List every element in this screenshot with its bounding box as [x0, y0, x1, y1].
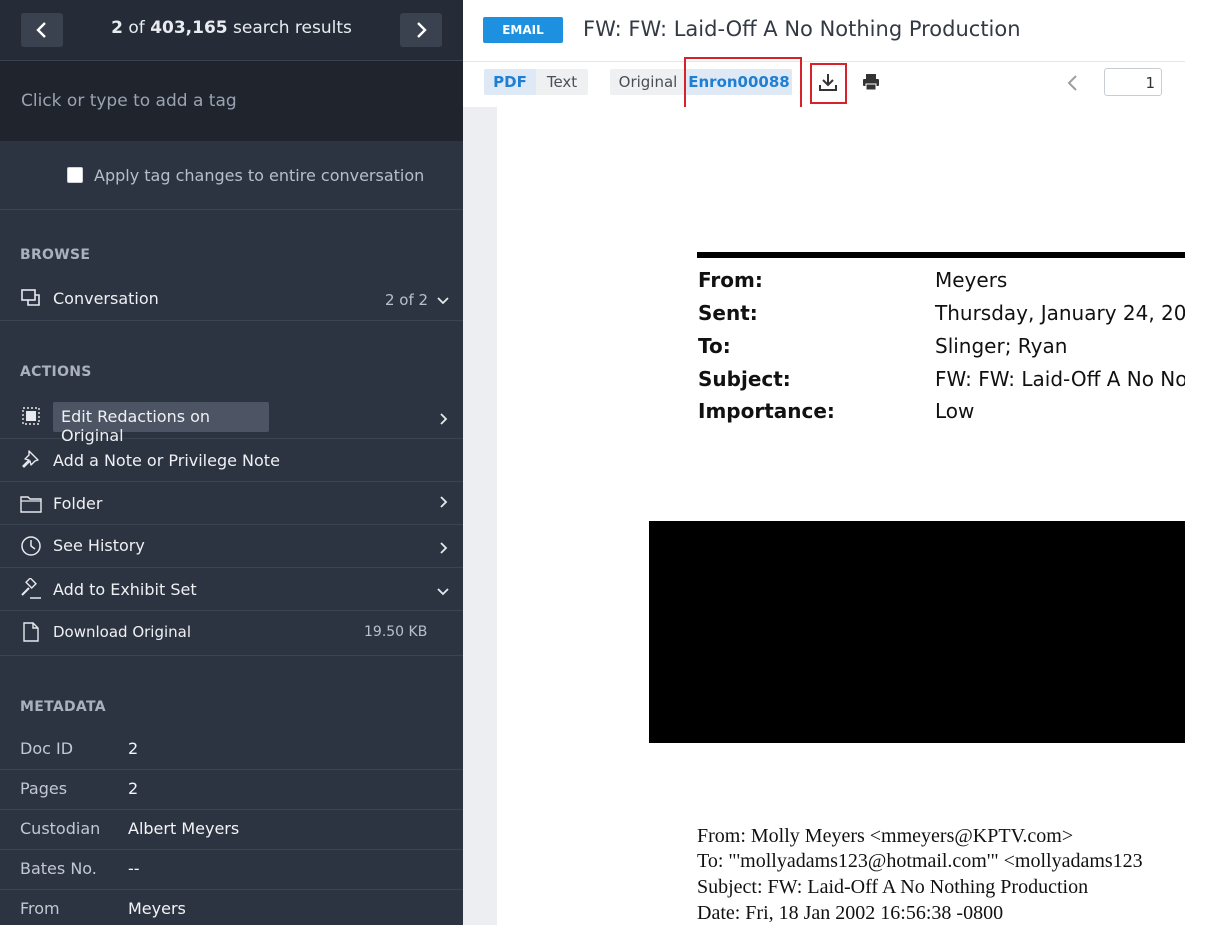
doc-type-badge: EMAIL	[483, 17, 563, 43]
prev-page-icon[interactable]	[1066, 74, 1080, 92]
email-field-value: Thursday, January 24, 20	[935, 301, 1185, 325]
email-field-key: To:	[698, 334, 731, 358]
results-navbar: 2 of 403,165 search results	[0, 0, 463, 61]
metadata-key: From	[20, 899, 60, 918]
pdf-page: From: Meyers Sent: Thursday, January 24,…	[497, 107, 1185, 925]
clock-icon	[21, 536, 41, 556]
add-note-row[interactable]: Add a Note or Privilege Note	[0, 439, 463, 482]
exhibit-row[interactable]: Add to Exhibit Set	[0, 568, 463, 611]
file-icon	[23, 622, 39, 642]
email-field-value: Low	[935, 399, 975, 423]
see-history-row[interactable]: See History	[0, 525, 463, 568]
redaction-select-icon	[22, 407, 40, 425]
email-field-value: Meyers	[935, 268, 1008, 292]
redaction-block	[649, 521, 1185, 743]
sidebar: 2 of 403,165 search results Click or typ…	[0, 0, 463, 925]
metadata-row: Bates No. --	[0, 849, 463, 890]
chevron-down-icon[interactable]	[437, 585, 449, 597]
document-header: EMAIL FW: FW: Laid-Off A No Nothing Prod…	[463, 0, 1185, 60]
chevron-left-icon	[36, 22, 46, 38]
metadata-value: 2	[128, 779, 139, 798]
metadata-heading: METADATA	[20, 699, 106, 715]
edit-redactions-button[interactable]: Edit Redactions on Original	[53, 402, 269, 445]
conversation-count: 2 of 2	[385, 291, 429, 309]
download-original-row[interactable]: Download Original 19.50 KB	[0, 611, 463, 656]
torn-edge	[0, 925, 1215, 951]
download-original-label: Download Original	[53, 623, 192, 641]
prev-result-button[interactable]	[21, 13, 63, 47]
metadata-key: Bates No.	[20, 859, 97, 878]
chevron-right-icon	[417, 22, 427, 38]
actions-heading: ACTIONS	[20, 364, 92, 380]
chevron-right-icon[interactable]	[437, 496, 449, 508]
original-version-button[interactable]: Original	[610, 69, 686, 95]
apply-conversation-checkbox[interactable]	[67, 167, 83, 183]
metadata-row: Doc ID 2	[0, 729, 463, 770]
email-field-key: Sent:	[698, 301, 758, 325]
metadata-value: 2	[128, 739, 139, 758]
text-view-button[interactable]: Text	[536, 69, 588, 95]
document-title: FW: FW: Laid-Off A No Nothing Production	[583, 17, 1021, 41]
email-body-line: To: "'mollyadams123@hotmail.com'" <molly…	[697, 850, 1143, 872]
conversation-label: Conversation	[53, 289, 159, 308]
metadata-key: Pages	[20, 779, 68, 798]
chevron-right-icon[interactable]	[437, 413, 449, 425]
email-field-value: FW: FW: Laid-Off A No No	[935, 367, 1185, 391]
highlight-box	[810, 63, 847, 104]
apply-conversation-row: Apply tag changes to entire conversation	[0, 143, 463, 210]
print-icon[interactable]	[861, 72, 881, 92]
metadata-row: Custodian Albert Meyers	[0, 809, 463, 850]
see-history-label: See History	[53, 536, 145, 555]
email-field-value: Slinger; Ryan	[935, 334, 1068, 358]
folder-row[interactable]: Folder	[0, 482, 463, 525]
folder-label: Folder	[53, 494, 103, 513]
app-window: 2 of 403,165 search results Click or typ…	[0, 0, 1185, 925]
email-field-key: Subject:	[698, 367, 791, 391]
email-body-line: Date: Fri, 18 Jan 2002 16:56:38 -0800	[697, 902, 1004, 924]
email-field-key: From:	[698, 268, 763, 292]
results-counter: 2 of 403,165 search results	[111, 18, 352, 38]
pdf-view-button[interactable]: PDF	[484, 69, 536, 95]
tag-input[interactable]: Click or type to add a tag	[0, 61, 463, 141]
conversation-icon	[21, 289, 40, 306]
folder-icon	[20, 496, 42, 513]
conversation-row[interactable]: Conversation 2 of 2	[0, 278, 463, 321]
chevron-down-icon[interactable]	[437, 294, 449, 306]
email-body-line: From: Molly Meyers <mmeyers@KPTV.com>	[697, 825, 1074, 847]
metadata-key: Doc ID	[20, 739, 74, 758]
next-result-button[interactable]	[400, 13, 442, 47]
document-pane: EMAIL FW: FW: Laid-Off A No Nothing Prod…	[463, 0, 1185, 925]
download-size: 19.50 KB	[364, 624, 428, 640]
document-toolbar: PDF Text Original Enron00088 1	[463, 57, 1185, 112]
highlight-box	[684, 57, 802, 112]
metadata-value: --	[128, 859, 140, 878]
metadata-value: Albert Meyers	[128, 819, 240, 838]
page-number-input[interactable]: 1	[1104, 68, 1162, 96]
metadata-row: Pages 2	[0, 769, 463, 810]
exhibit-label: Add to Exhibit Set	[53, 580, 197, 599]
email-field-key: Importance:	[698, 399, 835, 423]
pin-icon	[22, 450, 39, 468]
metadata-value: Meyers	[128, 899, 186, 918]
chevron-right-icon[interactable]	[437, 542, 449, 554]
add-note-label: Add a Note or Privilege Note	[53, 451, 280, 470]
metadata-key: Custodian	[20, 819, 101, 838]
header-rule	[697, 252, 1185, 258]
browse-heading: BROWSE	[20, 247, 91, 263]
metadata-row: From Meyers	[0, 889, 463, 925]
email-body-line: Subject: FW: Laid-Off A No Nothing Produ…	[697, 876, 1089, 898]
torn-edge	[1185, 0, 1215, 951]
apply-conversation-label[interactable]: Apply tag changes to entire conversation	[94, 166, 424, 185]
tag-placeholder: Click or type to add a tag	[21, 91, 237, 111]
gavel-icon	[21, 578, 41, 599]
pdf-viewer[interactable]: From: Meyers Sent: Thursday, January 24,…	[463, 107, 1185, 925]
